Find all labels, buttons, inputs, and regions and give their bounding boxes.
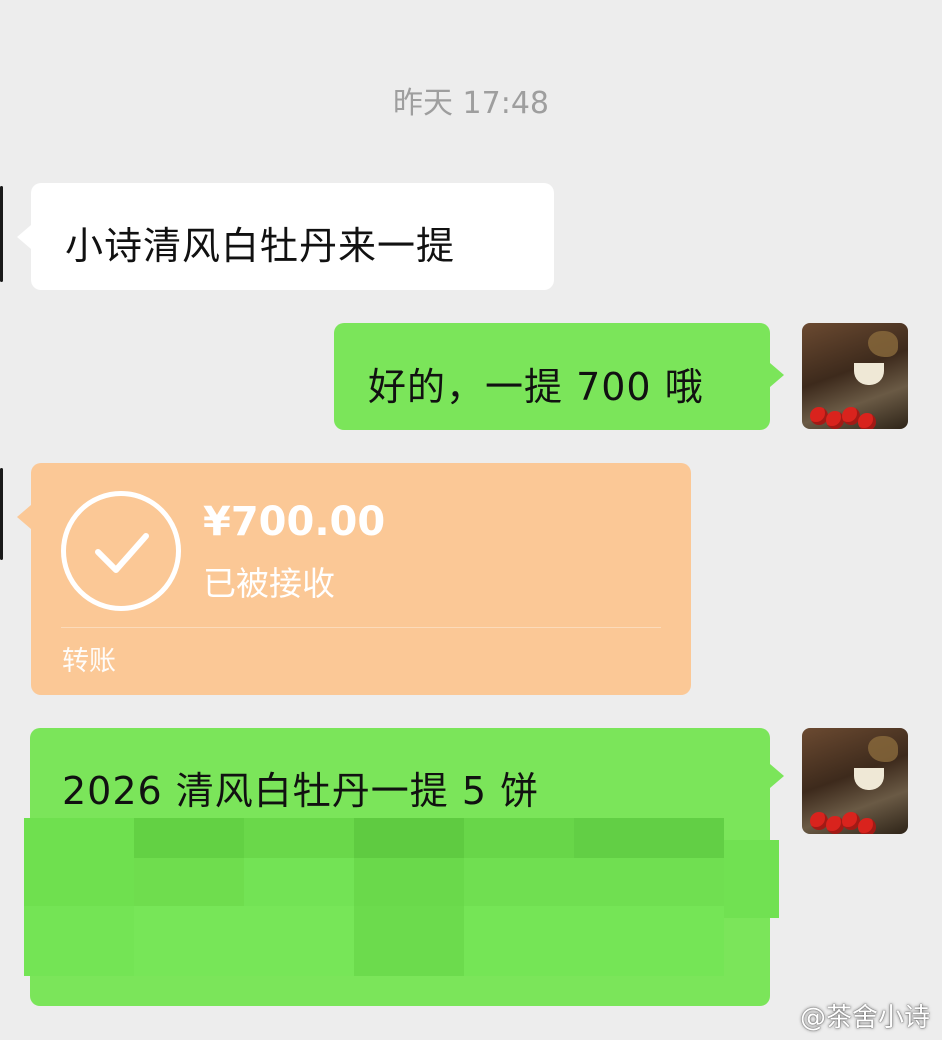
outgoing-message-bubble[interactable]: 好的，一提 700 哦	[334, 323, 784, 430]
avatar-fruit	[858, 818, 876, 834]
avatar-leaf-shape	[868, 736, 898, 762]
left-edge-marker	[0, 468, 3, 560]
weibo-watermark: @茶舍小诗	[799, 1003, 930, 1033]
transfer-card[interactable]: ¥700.00 已被接收 转账	[17, 463, 691, 695]
transfer-status: 已被接收	[203, 564, 335, 603]
bubble-tail	[17, 225, 31, 249]
transfer-amount: ¥700.00	[203, 499, 386, 545]
avatar-fruit	[810, 407, 828, 425]
message-text: 好的，一提 700 哦	[368, 365, 704, 409]
left-edge-marker	[0, 186, 3, 282]
transfer-label: 转账	[62, 646, 116, 677]
avatar-fruit	[858, 413, 876, 429]
avatar-cup-shape	[854, 768, 884, 790]
message-timestamp: 昨天 17:48	[393, 86, 549, 121]
check-circle-icon	[61, 491, 181, 611]
user-avatar[interactable]	[802, 728, 908, 834]
bubble-tail	[770, 764, 784, 788]
bubble-tail	[17, 505, 31, 529]
message-text: 小诗清风白牡丹来一提	[65, 224, 456, 268]
avatar-cup-shape	[854, 363, 884, 385]
user-avatar[interactable]	[802, 323, 908, 429]
transfer-divider	[61, 627, 661, 628]
incoming-message-bubble[interactable]: 小诗清风白牡丹来一提	[17, 183, 554, 290]
avatar-leaf-shape	[868, 331, 898, 357]
avatar-fruit	[810, 812, 828, 830]
message-text: 2026 清风白牡丹一提 5 饼	[62, 769, 540, 813]
bubble-tail	[770, 363, 784, 387]
